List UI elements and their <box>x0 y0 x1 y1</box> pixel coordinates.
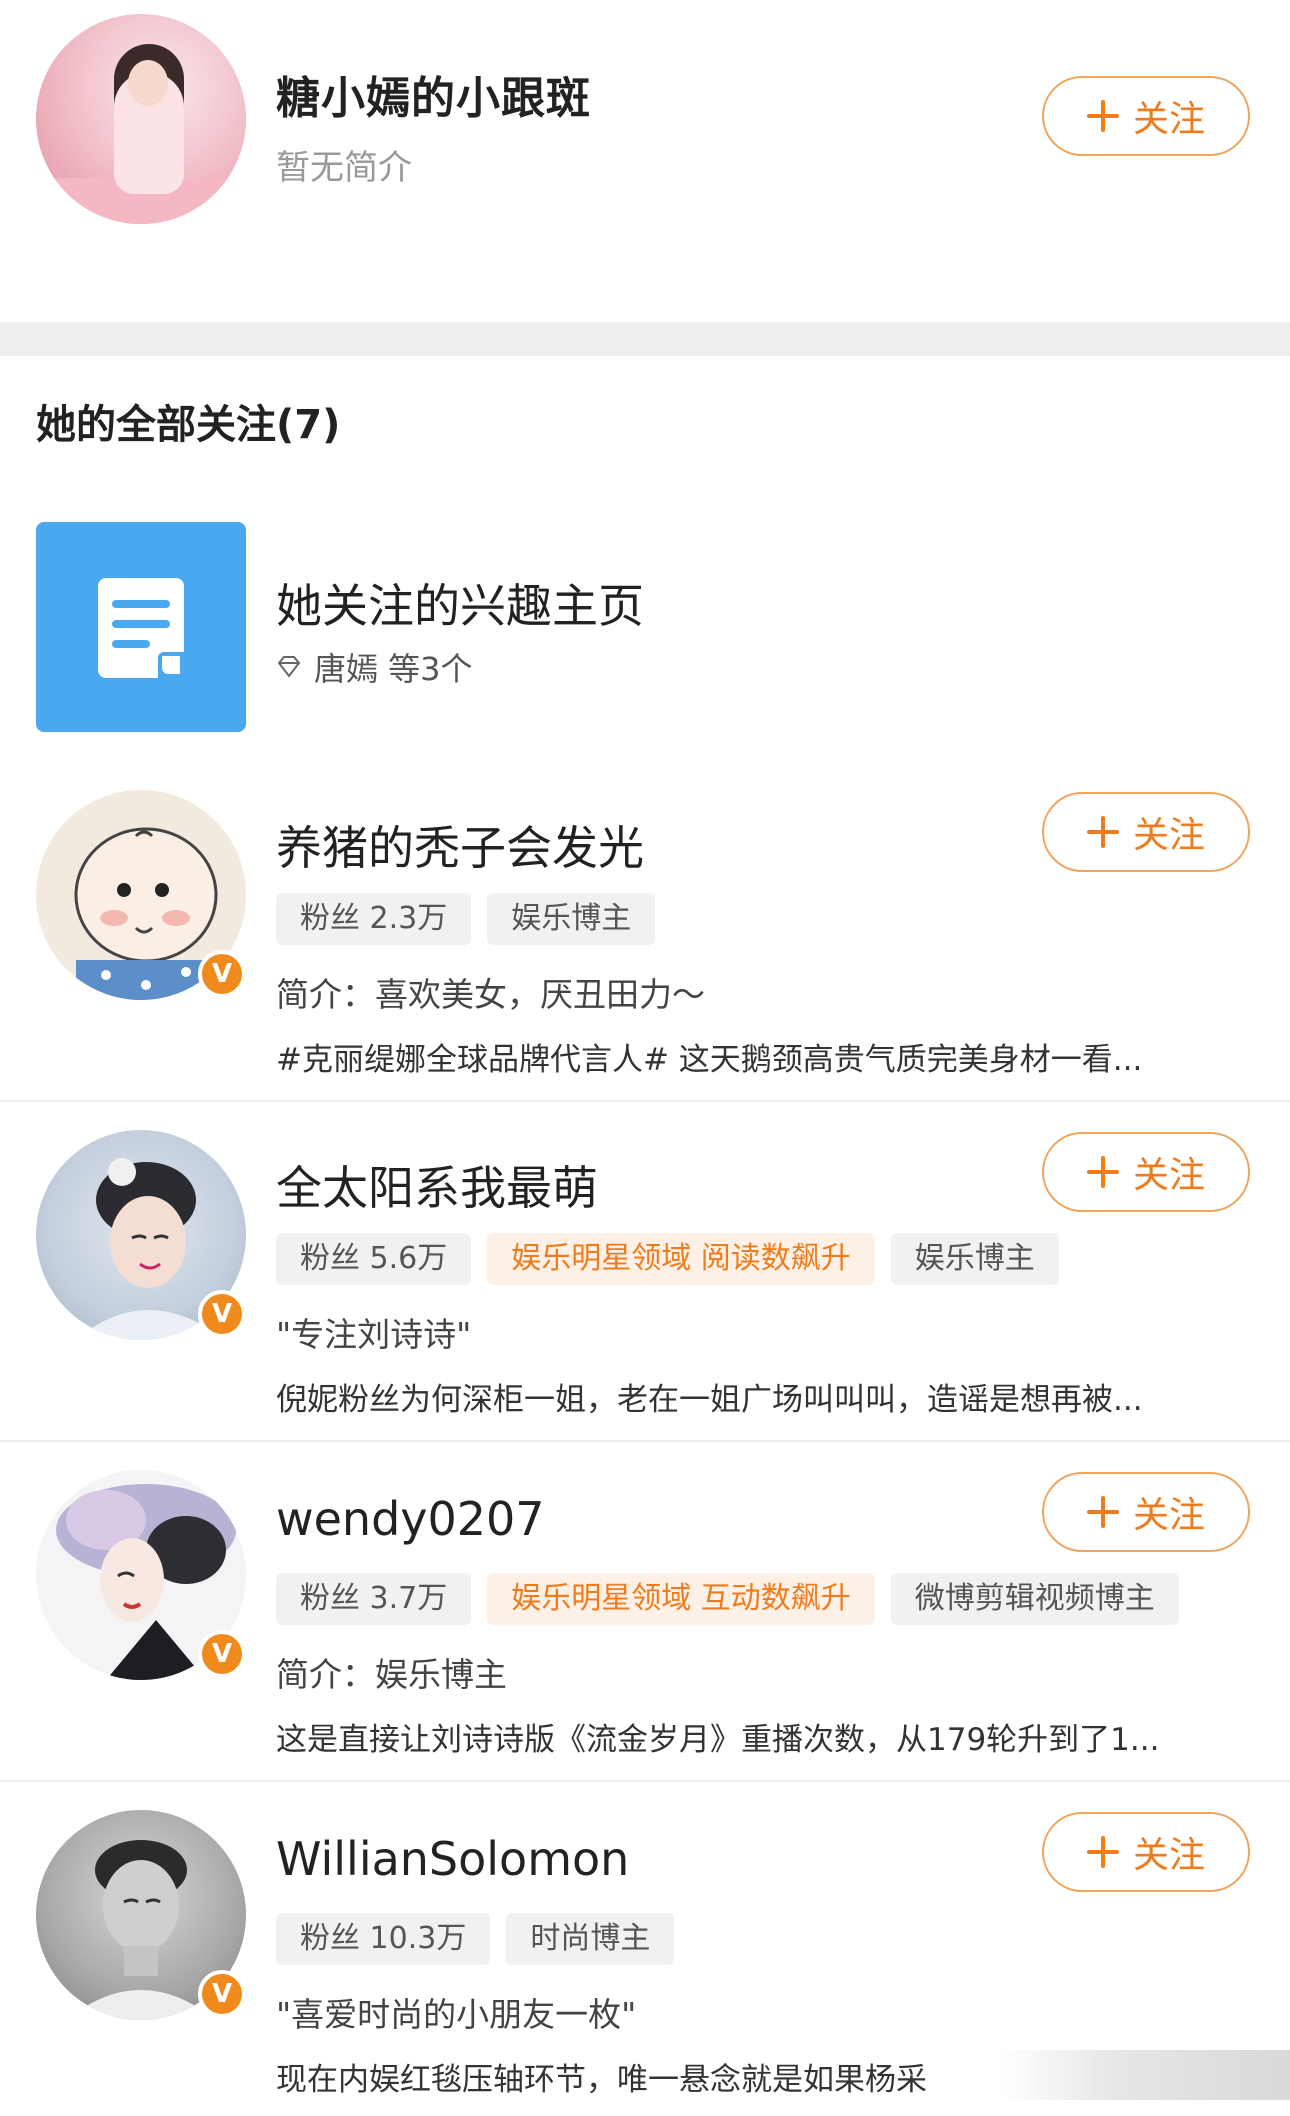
user-latest-post[interactable]: 这是直接让刘诗诗版《流金岁月》重播次数，从179轮升到了1... <box>276 1714 1290 1759</box>
follow-button[interactable]: 关注 <box>1042 792 1250 872</box>
user-tags: 粉丝 2.3万 娱乐博主 <box>276 893 656 945</box>
interest-pages-title[interactable]: 她关注的兴趣主页 <box>276 570 644 636</box>
row-divider <box>0 1100 1290 1102</box>
category-chip: 微博剪辑视频博主 <box>890 1573 1179 1625</box>
follow-label: 关注 <box>1132 815 1205 856</box>
section-divider <box>0 322 1290 356</box>
plus-icon <box>1086 100 1119 132</box>
follow-button[interactable]: 关注 <box>1042 1132 1250 1212</box>
interest-pages-sub: 唐嫣 等3个 <box>276 644 473 690</box>
verified-badge: V <box>198 1970 246 2018</box>
verified-badge: V <box>198 1630 246 1678</box>
category-chip: 时尚博主 <box>506 1913 675 1965</box>
interest-pages-sub-text: 唐嫣 等3个 <box>314 650 473 688</box>
row-divider <box>0 1780 1290 1782</box>
user-bio: "喜爱时尚的小朋友一枚" <box>276 1995 637 2034</box>
user-name[interactable]: wendy0207 <box>276 1492 545 1546</box>
plus-icon <box>1086 816 1119 848</box>
follow-label: 关注 <box>1132 1155 1205 1196</box>
user-latest-post[interactable]: 倪妮粉丝为何深柜一姐，老在一姐广场叫叫叫，造谣是想再被... <box>276 1374 1290 1419</box>
following-section-title: 她的全部关注(7) <box>36 402 341 448</box>
verified-badge: V <box>198 1290 246 1338</box>
profile-name[interactable]: 糖小嫣的小跟斑 <box>276 62 591 126</box>
watermark-overlay <box>1000 2050 1290 2100</box>
follow-label: 关注 <box>1132 1835 1205 1876</box>
follow-label: 关注 <box>1132 1495 1205 1536</box>
category-chip: 娱乐博主 <box>487 893 656 945</box>
follow-button[interactable]: 关注 <box>1042 1812 1250 1892</box>
user-latest-post[interactable]: 现在内娱红毯压轴环节，唯一悬念就是如果杨采 <box>276 2054 996 2099</box>
category-chip: 娱乐博主 <box>890 1233 1059 1285</box>
follow-button[interactable]: 关注 <box>1042 1472 1250 1552</box>
plus-icon <box>1086 1156 1119 1188</box>
trending-chip: 娱乐明星领域 阅读数飙升 <box>487 1233 875 1285</box>
interest-pages-tile[interactable] <box>36 522 246 732</box>
trending-chip: 娱乐明星领域 互动数飙升 <box>487 1573 875 1625</box>
profile-bio: 暂无简介 <box>276 148 412 188</box>
user-tags: 粉丝 5.6万 娱乐明星领域 阅读数飙升 娱乐博主 <box>276 1233 1059 1285</box>
verified-badge: V <box>198 950 246 998</box>
user-tags: 粉丝 10.3万 时尚博主 <box>276 1913 675 1965</box>
fans-count-chip: 粉丝 5.6万 <box>276 1233 472 1285</box>
plus-icon <box>1086 1836 1119 1868</box>
profile-avatar[interactable] <box>36 14 246 224</box>
user-bio: "专注刘诗诗" <box>276 1315 472 1354</box>
diamond-icon <box>277 656 301 678</box>
fans-count-chip: 粉丝 2.3万 <box>276 893 472 945</box>
user-tags: 粉丝 3.7万 娱乐明星领域 互动数飙升 微博剪辑视频博主 <box>276 1573 1179 1625</box>
follow-label: 关注 <box>1132 99 1205 140</box>
fans-count-chip: 粉丝 10.3万 <box>276 1913 491 1965</box>
user-bio: 简介：喜欢美女，厌丑田力～ <box>276 975 705 1014</box>
plus-icon <box>1086 1496 1119 1528</box>
document-icon <box>98 578 184 678</box>
user-latest-post[interactable]: #克丽缇娜全球品牌代言人# 这天鹅颈高贵气质完美身材一看... <box>276 1034 1290 1079</box>
user-name[interactable]: WillianSolomon <box>276 1832 629 1886</box>
follow-button-profile[interactable]: 关注 <box>1042 76 1250 156</box>
user-name[interactable]: 全太阳系我最萌 <box>276 1152 598 1218</box>
fans-count-chip: 粉丝 3.7万 <box>276 1573 472 1625</box>
user-name[interactable]: 养猪的秃子会发光 <box>276 812 644 878</box>
row-divider <box>0 1440 1290 1442</box>
user-bio: 简介：娱乐博主 <box>276 1655 507 1694</box>
